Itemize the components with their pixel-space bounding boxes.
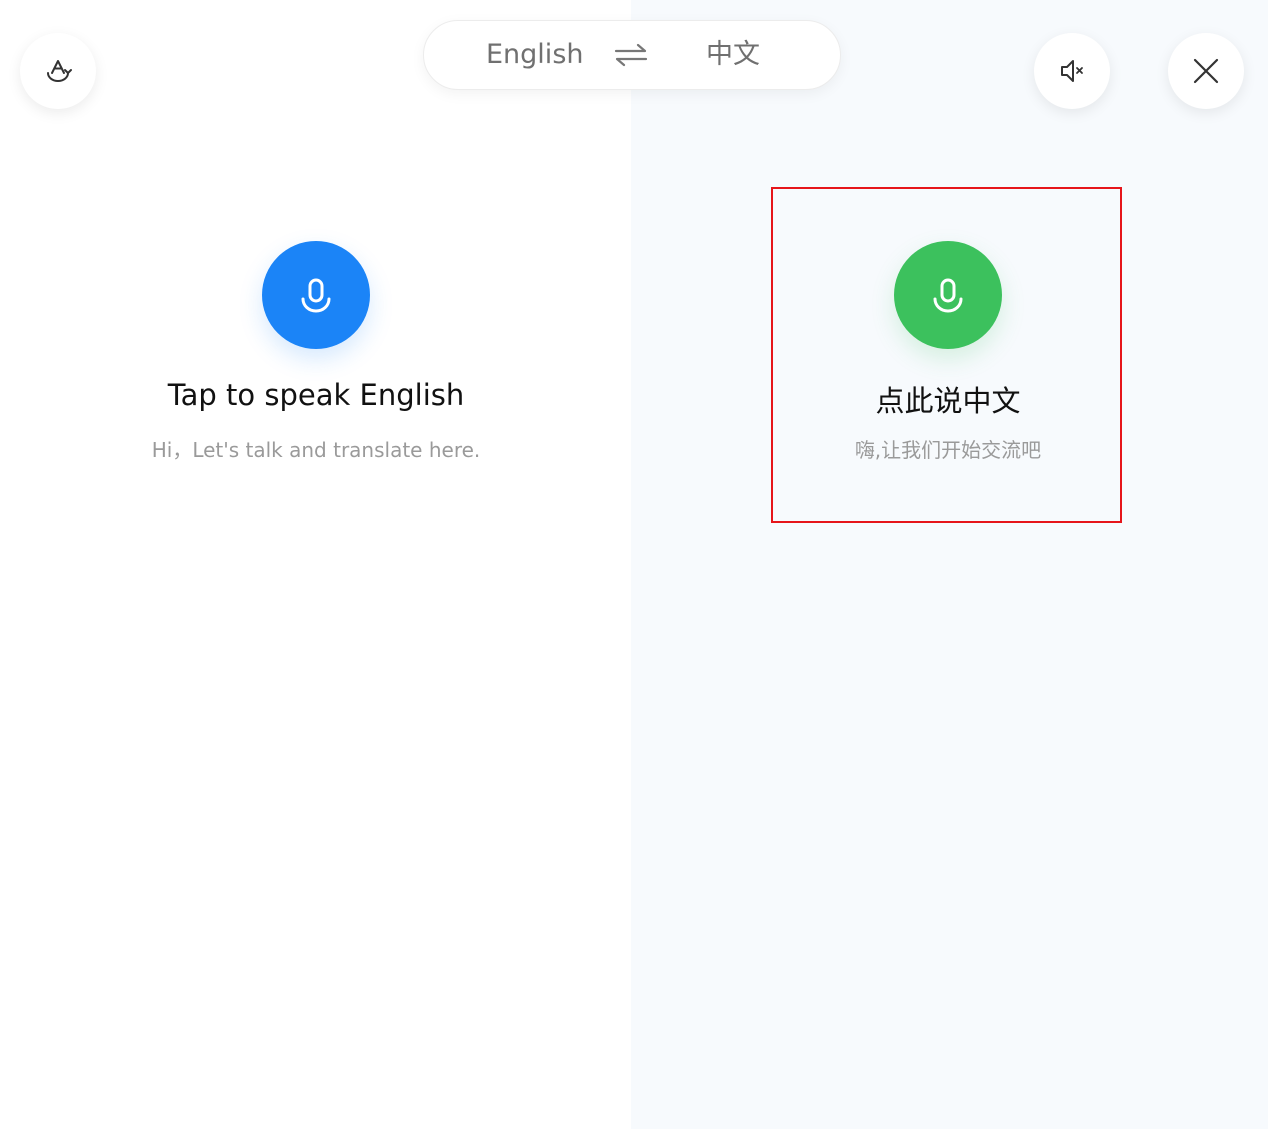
chinese-mic-button[interactable] <box>894 241 1002 349</box>
translator-screen: English 中文 Tap to speak English Hi，Let's… <box>0 0 1268 1129</box>
english-mic-button[interactable] <box>262 241 370 349</box>
chinese-prompt-title: 点此说中文 <box>875 384 1021 418</box>
english-prompt-title: Tap to speak English <box>167 378 465 412</box>
swap-arrows-icon[interactable] <box>614 41 648 69</box>
microphone-icon <box>933 278 963 313</box>
english-prompt-subtitle: Hi，Let's talk and translate here. <box>151 438 481 462</box>
source-language[interactable]: English <box>486 21 584 89</box>
microphone-icon <box>301 278 331 313</box>
close-button[interactable] <box>1168 33 1244 109</box>
chinese-prompt-subtitle: 嗨,让我们开始交流吧 <box>854 438 1042 462</box>
english-speaker-panel <box>0 0 631 1129</box>
target-language[interactable]: 中文 <box>706 21 760 89</box>
close-icon <box>1193 58 1219 84</box>
mute-button[interactable] <box>1034 33 1110 109</box>
style-toggle-button[interactable] <box>20 33 96 109</box>
language-switcher: English 中文 <box>423 20 841 90</box>
translate-style-icon <box>47 60 72 82</box>
speaker-mute-icon <box>1061 60 1083 82</box>
chinese-speaker-panel <box>631 0 1268 1129</box>
